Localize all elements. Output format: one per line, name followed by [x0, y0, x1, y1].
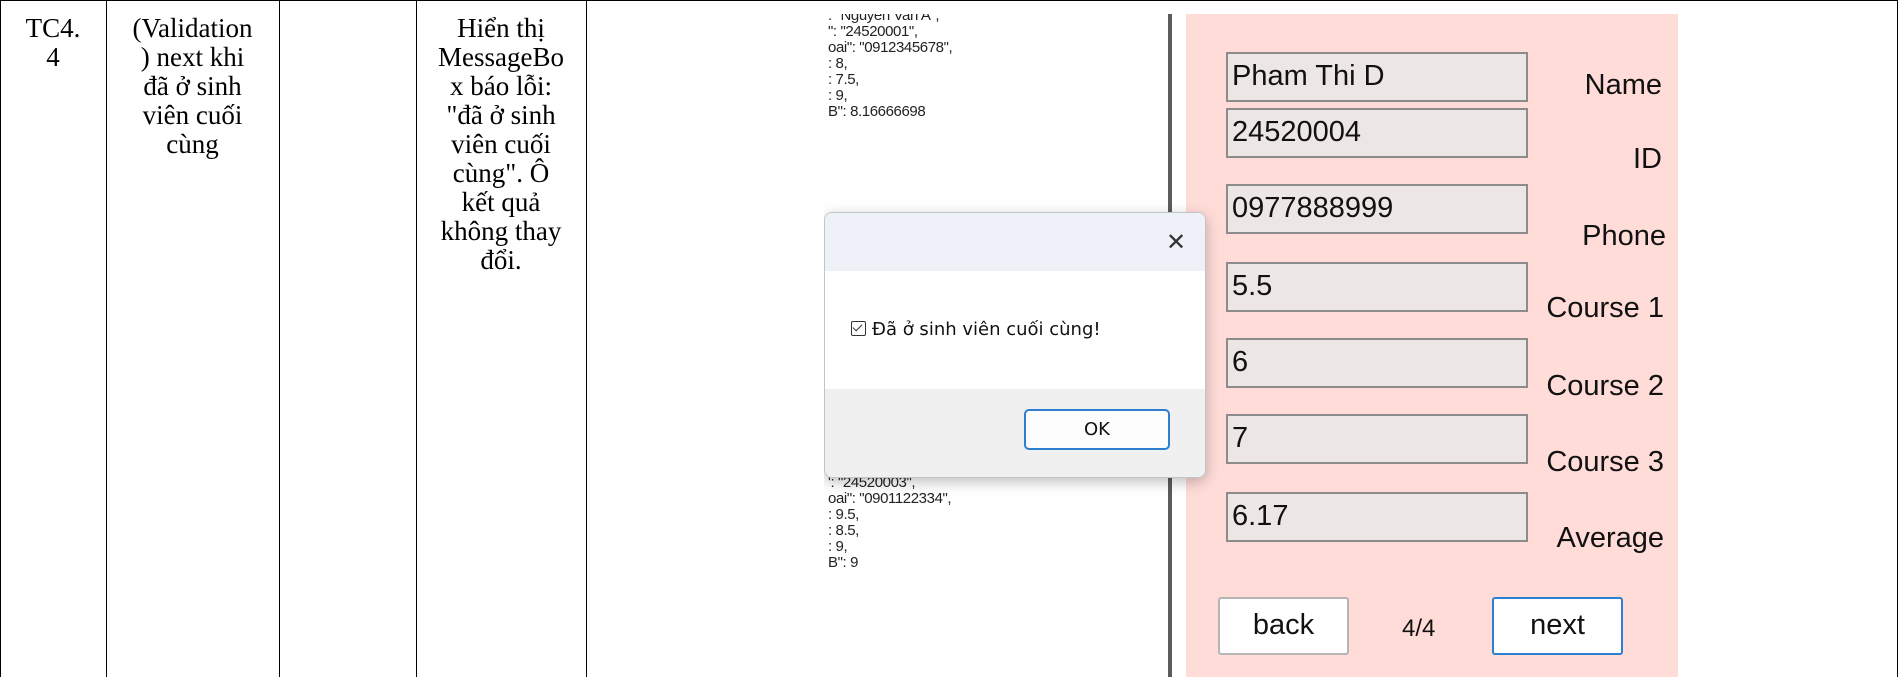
checkbox-icon	[851, 321, 866, 336]
course1-label: Course 1	[1546, 292, 1664, 324]
course1-field[interactable]: 5.5	[1226, 262, 1528, 312]
course3-label: Course 3	[1546, 446, 1664, 478]
student-form-panel: Pham Thi D Name 24520004 ID 0977888999 P…	[1186, 14, 1678, 677]
table-border	[586, 0, 587, 677]
dialog-footer: OK	[825, 389, 1205, 477]
next-button[interactable]: next	[1492, 597, 1623, 655]
id-field[interactable]: 24520004	[1226, 108, 1528, 158]
ok-button[interactable]: OK	[1024, 409, 1170, 450]
json-text-top: : "Nguyen Van A", ": "24520001", oai": "…	[828, 14, 953, 120]
back-button[interactable]: back	[1218, 597, 1349, 655]
dialog-message-text: Đã ở sinh viên cuối cùng!	[872, 319, 1101, 340]
course2-field[interactable]: 6	[1226, 338, 1528, 388]
table-border	[0, 0, 1, 677]
average-label: Average	[1556, 522, 1665, 554]
description-cell: (Validation ) next khi đã ở sinh viên cu…	[132, 13, 253, 159]
app-screenshot: : "Nguyen Van A", ": "24520001", oai": "…	[824, 14, 1678, 677]
course3-field[interactable]: 7	[1226, 414, 1528, 464]
close-icon[interactable]: ✕	[1159, 225, 1193, 259]
dialog-message: Đã ở sinh viên cuối cùng!	[851, 319, 1101, 340]
expected-result-cell: Hiển thị MessageBo x báo lỗi: "đã ở sinh…	[438, 13, 564, 275]
name-field[interactable]: Pham Thi D	[1226, 52, 1528, 102]
name-label: Name	[1584, 69, 1662, 101]
course2-label: Course 2	[1546, 370, 1664, 402]
dialog-body: Đã ở sinh viên cuối cùng!	[825, 271, 1205, 389]
test-id-cell: TC4. 4	[25, 13, 81, 72]
phone-label: Phone	[1582, 220, 1666, 252]
phone-field[interactable]: 0977888999	[1226, 184, 1528, 234]
average-field[interactable]: 6.17	[1226, 492, 1528, 542]
table-border	[279, 0, 280, 677]
message-box-dialog: ✕ Đã ở sinh viên cuối cùng! OK	[824, 212, 1206, 478]
table-top-border	[0, 0, 1898, 1]
dialog-title-bar: ✕	[825, 213, 1205, 271]
record-counter: 4/4	[1402, 615, 1436, 642]
id-label: ID	[1633, 143, 1662, 175]
